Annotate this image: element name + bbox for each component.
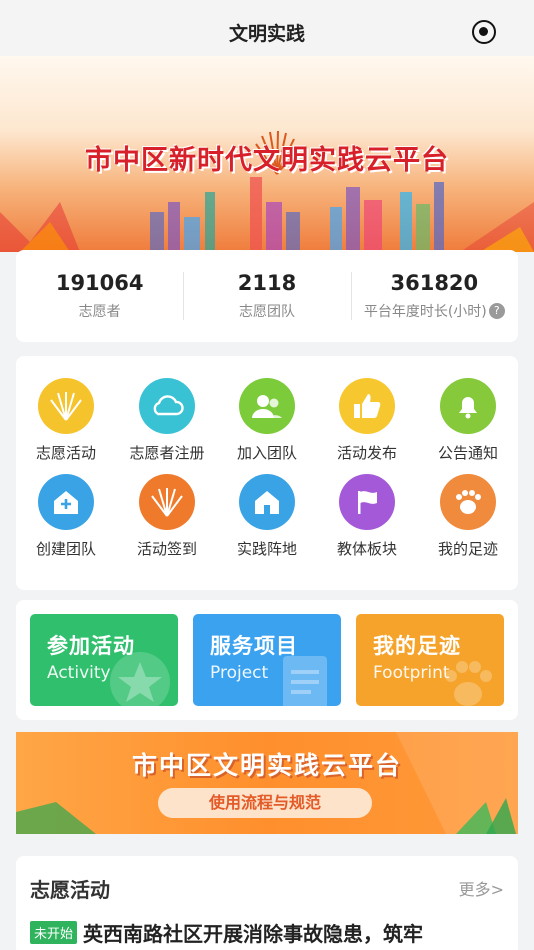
- grid-item-announcements[interactable]: 公告通知: [418, 378, 518, 468]
- house-plus-icon: [38, 474, 94, 530]
- bell-icon: [440, 378, 496, 434]
- grid-label: 公告通知: [437, 444, 498, 462]
- star-icon: [110, 652, 170, 706]
- grid-label: 志愿活动: [35, 444, 96, 462]
- record-icon[interactable]: [472, 20, 496, 44]
- stat-volunteers: 191064 志愿者: [16, 250, 183, 342]
- paw-icon: [445, 661, 492, 706]
- grid-item-my-footprint[interactable]: 我的足迹: [418, 474, 518, 564]
- function-grid: 志愿活动 志愿者注册 加入团队 活动发布 公告通知 创建团队 活动签到 实践阵地…: [16, 356, 518, 590]
- banner[interactable]: 市中区新时代文明实践云平台: [0, 56, 534, 252]
- users-icon: [239, 378, 295, 434]
- stat-teams: 2118 志愿团队: [183, 250, 350, 342]
- grid-item-join-team[interactable]: 加入团队: [217, 378, 317, 468]
- thumbs-up-icon: [339, 378, 395, 434]
- grid-label: 志愿者注册: [129, 444, 205, 462]
- stats-card: 191064 志愿者 2118 志愿团队 361820 平台年度时长(小时) ?: [16, 250, 518, 342]
- stat-label: 志愿者: [78, 304, 121, 320]
- status-badge: 未开始: [30, 921, 78, 944]
- grid-item-education-sports[interactable]: 教体板块: [317, 474, 417, 564]
- footprint-icon: [440, 474, 496, 530]
- grid-item-create-team[interactable]: 创建团队: [16, 474, 116, 564]
- grid-label: 活动发布: [336, 444, 397, 462]
- page-title: 文明实践: [228, 22, 305, 45]
- grid-label: 创建团队: [35, 540, 96, 558]
- service-project-card[interactable]: 服务项目 Project: [193, 614, 341, 706]
- section-title: 志愿活动: [30, 878, 110, 902]
- stat-label: 平台年度时长(小时): [363, 304, 487, 320]
- grid-item-practice-base[interactable]: 实践阵地: [217, 474, 317, 564]
- quick-entry-section: 参加活动 Activity 服务项目 Project 我的足迹 Footprin…: [16, 600, 518, 720]
- help-icon[interactable]: ?: [488, 303, 505, 319]
- more-link[interactable]: 更多>: [459, 876, 504, 900]
- stat-label-row: 平台年度时长(小时) ?: [364, 301, 505, 321]
- fan-logo-icon: [38, 378, 94, 434]
- grid-label: 实践阵地: [236, 540, 297, 558]
- stat-value: 2118: [237, 271, 297, 295]
- flag-icon: [339, 474, 395, 530]
- grid-item-activity-checkin[interactable]: 活动签到: [117, 474, 217, 564]
- stat-value: 191064: [55, 271, 144, 295]
- grid-label: 加入团队: [236, 444, 297, 462]
- fan-logo-icon: [139, 474, 195, 530]
- grid-item-publish-activity[interactable]: 活动发布: [317, 378, 417, 468]
- activity-title: 英西南路社区开展消除事故隐患，筑牢: [83, 922, 424, 946]
- cloud-icon: [139, 378, 195, 434]
- grid-label: 我的足迹: [437, 540, 498, 558]
- document-icon: [283, 656, 327, 706]
- house-icon: [239, 474, 295, 530]
- join-activity-card[interactable]: 参加活动 Activity: [30, 614, 178, 706]
- activity-list-item[interactable]: 未开始 英西南路社区开展消除事故隐患，筑牢: [30, 918, 423, 947]
- promo-banner[interactable]: 市中区文明实践云平台 使用流程与规范: [16, 732, 518, 834]
- stat-label: 志愿团队: [238, 304, 295, 320]
- nav-bar: 文明实践: [0, 0, 534, 64]
- usage-guide-button[interactable]: 使用流程与规范: [158, 788, 372, 818]
- volunteer-activity-section: 志愿活动 更多> 未开始 英西南路社区开展消除事故隐患，筑牢: [16, 856, 518, 950]
- grid-item-volunteer-register[interactable]: 志愿者注册: [117, 378, 217, 468]
- stat-hours: 361820 平台年度时长(小时) ?: [350, 250, 518, 342]
- stat-value: 361820: [390, 271, 479, 295]
- promo-title: 市中区文明实践云平台: [131, 751, 402, 780]
- city-skyline-image: [0, 177, 534, 252]
- banner-title: 市中区新时代文明实践云平台: [85, 145, 449, 176]
- grid-label: 活动签到: [136, 540, 197, 558]
- grid-item-volunteer-activity[interactable]: 志愿活动: [16, 378, 116, 468]
- grid-label: 教体板块: [336, 540, 397, 558]
- my-footprint-card[interactable]: 我的足迹 Footprint: [356, 614, 504, 706]
